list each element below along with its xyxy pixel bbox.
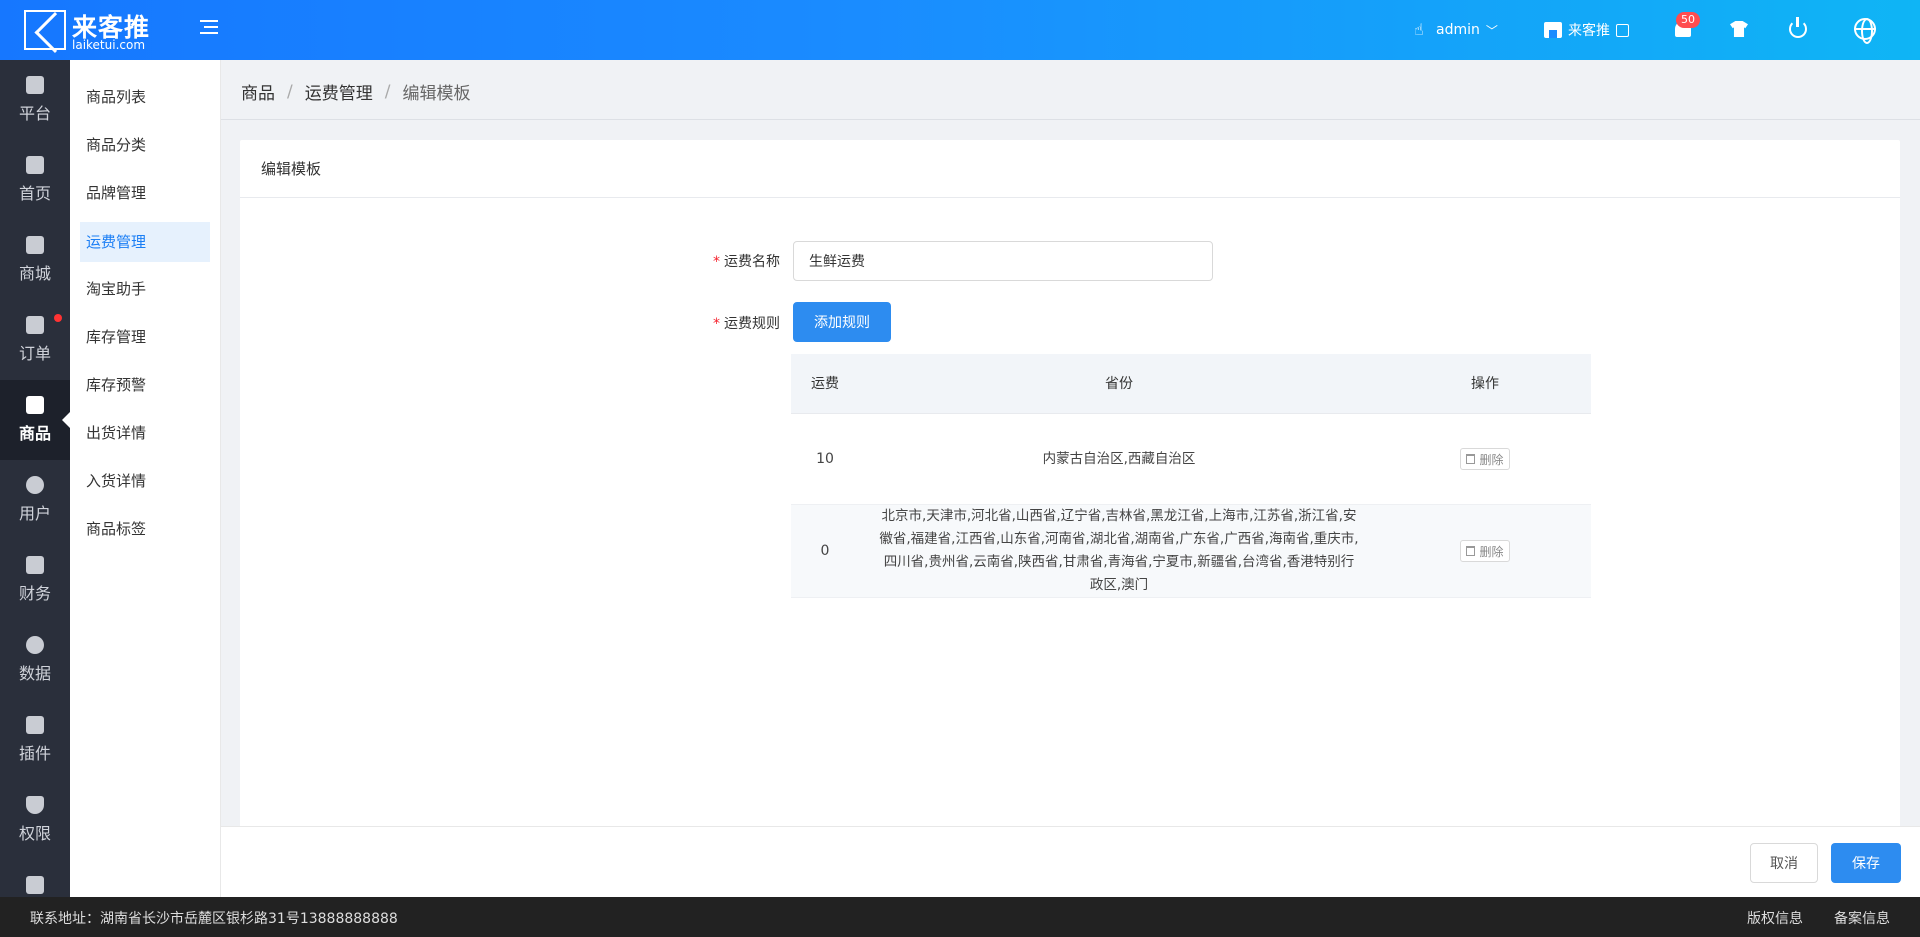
shop-name: 来客推 [1568, 23, 1610, 39]
rule-label: * 运费规则 [713, 316, 780, 332]
main-sidebar: 平台 首页 商城 订单 商品 用户 财务 数据 插件 权限 [0, 60, 70, 897]
submenu-brand[interactable]: 品牌管理 [80, 173, 210, 213]
add-rule-button[interactable]: 添加规则 [793, 302, 891, 342]
brand-logo[interactable]: 来客推 laiketui.com [24, 8, 154, 54]
submenu-shipping[interactable]: 运费管理 [80, 222, 210, 262]
puzzle-icon [26, 716, 44, 734]
nav-item-user[interactable]: 用户 [0, 460, 70, 540]
shipping-rules-table: 运费 省份 操作 10 内蒙古自治区,西藏自治区 删除 0 北京市,天津市,河北… [791, 354, 1591, 598]
shipping-name-input[interactable] [793, 241, 1213, 281]
nav-label: 用户 [18, 504, 51, 523]
header-fee: 运费 [811, 376, 839, 392]
nav-item-home[interactable]: 首页 [0, 140, 70, 220]
nav-item-platform[interactable]: 平台 [0, 60, 70, 140]
breadcrumb: 商品 / 运费管理 / 编辑模板 [241, 79, 471, 105]
nav-label: 首页 [18, 184, 51, 203]
logout-power-icon[interactable] [1785, 16, 1811, 42]
breadcrumb-bar: 商品 / 运费管理 / 编辑模板 [221, 60, 1920, 120]
user-icon [26, 476, 44, 494]
nav-item-plugin[interactable]: 插件 [0, 700, 70, 780]
order-icon [26, 316, 44, 334]
shield-icon [26, 796, 44, 814]
row-provinces: 北京市,天津市,河北省,山西省,辽宁省,吉林省,黑龙江省,上海市,江苏省,浙江省… [879, 508, 1359, 593]
edit-template-card: 编辑模板 *运费名称 *运费规则 添加规则 运费 省份 操作 10 内蒙古自治区… [240, 140, 1900, 840]
submenu-product-category[interactable]: 商品分类 [80, 125, 210, 165]
row-action: 删除 [1379, 448, 1591, 470]
wallet-icon [26, 556, 44, 574]
breadcrumb-separator: / [384, 81, 391, 102]
row-provinces: 内蒙古自治区,西藏自治区 [1042, 450, 1196, 467]
top-header: 来客推 laiketui.com ☝ admin ﹀ 来客推 50 [0, 0, 1920, 60]
footer-copyright-link[interactable]: 版权信息 [1747, 908, 1803, 928]
chart-icon [26, 636, 44, 654]
user-hand-icon: ☝ [1414, 20, 1424, 39]
table-row: 10 内蒙古自治区,西藏自治区 删除 [791, 414, 1591, 505]
nav-label: 权限 [18, 824, 51, 843]
external-link-icon [1616, 23, 1629, 37]
order-alert-dot [54, 314, 62, 322]
shop-link[interactable]: 来客推 [1544, 18, 1629, 42]
submenu-inbound[interactable]: 入货详情 [80, 461, 210, 501]
breadcrumb-shipping[interactable]: 运费管理 [305, 79, 373, 104]
header-province: 省份 [1105, 376, 1133, 392]
nav-label: 订单 [18, 344, 51, 363]
submenu-stock-alert[interactable]: 库存预警 [80, 365, 210, 405]
submenu-outbound[interactable]: 出货详情 [80, 413, 210, 453]
page-footer: 联系地址：湖南省长沙市岳麓区银杉路31号13888888888 版权信息 备案信… [0, 897, 1920, 937]
delete-button[interactable]: 删除 [1460, 448, 1510, 470]
row-fee: 10 [816, 451, 834, 467]
nav-item-data[interactable]: 数据 [0, 620, 70, 700]
nav-label: 商品 [18, 424, 51, 443]
nav-item-store[interactable]: 商城 [0, 220, 70, 300]
trash-icon [1466, 546, 1476, 556]
submenu-stock[interactable]: 库存管理 [80, 317, 210, 357]
logo-mark-icon [24, 10, 66, 50]
store-icon [26, 236, 44, 254]
theme-shirt-icon[interactable] [1726, 16, 1752, 42]
cancel-button[interactable]: 取消 [1750, 843, 1818, 883]
trash-icon [1466, 454, 1476, 464]
username: admin [1436, 22, 1480, 38]
delete-button[interactable]: 删除 [1460, 540, 1510, 562]
save-button[interactable]: 保存 [1831, 843, 1901, 883]
nav-label: 平台 [18, 104, 51, 123]
nav-item-more[interactable] [0, 860, 70, 897]
nav-item-permission[interactable]: 权限 [0, 780, 70, 860]
breadcrumb-current: 编辑模板 [402, 84, 471, 104]
nav-label: 财务 [18, 584, 51, 603]
submenu-product-tags[interactable]: 商品标签 [80, 509, 210, 549]
submenu-taobao[interactable]: 淘宝助手 [80, 269, 210, 309]
product-icon [26, 396, 44, 414]
chevron-down-icon: ﹀ [1485, 23, 1498, 38]
nav-label: 插件 [18, 744, 51, 763]
breadcrumb-separator: / [287, 81, 293, 102]
table-row: 0 北京市,天津市,河北省,山西省,辽宁省,吉林省,黑龙江省,上海市,江苏省,浙… [791, 505, 1591, 598]
nav-label: 商城 [18, 264, 51, 283]
name-label: * 运费名称 [713, 254, 780, 270]
platform-icon [26, 76, 44, 94]
submenu-product-list[interactable]: 商品列表 [80, 77, 210, 117]
image-icon [26, 876, 44, 894]
row-fee: 0 [820, 543, 830, 559]
header-action: 操作 [1471, 376, 1499, 392]
product-submenu: 商品列表 商品分类 品牌管理 运费管理 淘宝助手 库存管理 库存预警 出货详情 … [70, 60, 221, 897]
footer-icp-link[interactable]: 备案信息 [1834, 908, 1890, 928]
footer-address: 联系地址：湖南省长沙市岳麓区银杉路31号13888888888 [30, 911, 398, 927]
brand-domain: laiketui.com [72, 38, 146, 52]
card-title: 编辑模板 [240, 140, 1900, 198]
nav-item-order[interactable]: 订单 [0, 300, 70, 380]
home-icon [26, 156, 44, 174]
nav-item-product[interactable]: 商品 [0, 380, 70, 460]
row-action: 删除 [1379, 540, 1591, 562]
language-globe-icon[interactable] [1852, 16, 1878, 44]
menu-toggle-icon[interactable] [200, 18, 220, 36]
shop-icon [1544, 22, 1562, 38]
table-header: 运费 省份 操作 [791, 354, 1591, 414]
nav-item-finance[interactable]: 财务 [0, 540, 70, 620]
breadcrumb-product[interactable]: 商品 [241, 79, 275, 104]
nav-label: 数据 [18, 664, 51, 683]
user-menu[interactable]: ☝ admin ﹀ [1414, 18, 1498, 42]
form-action-bar: 取消 保存 [221, 826, 1920, 898]
notification-badge: 50 [1676, 12, 1700, 28]
